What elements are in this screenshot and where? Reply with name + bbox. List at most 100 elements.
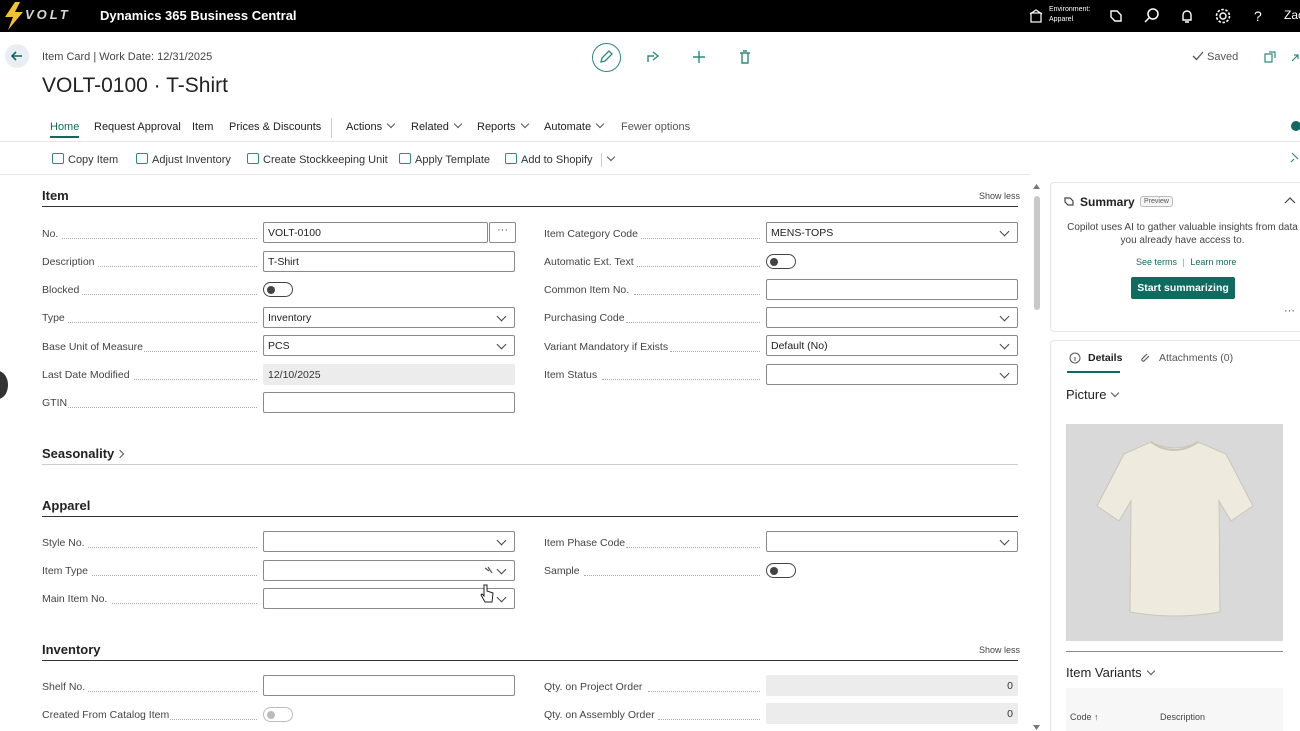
collapse-icon[interactable] — [1288, 49, 1300, 65]
apparel-section-title[interactable]: Apparel — [42, 498, 90, 513]
style-no-label: Style No. — [42, 537, 85, 549]
share-icon[interactable] — [645, 49, 661, 65]
description-field[interactable]: T-Shirt — [263, 251, 515, 272]
tab-attachments[interactable]: Attachments (0) — [1159, 352, 1233, 364]
dot-leader — [144, 351, 257, 352]
menu-related[interactable]: Related — [411, 119, 463, 133]
back-button[interactable] — [5, 44, 29, 68]
plus-icon[interactable] — [691, 49, 707, 65]
inventory-section-title[interactable]: Inventory — [42, 642, 101, 657]
tab-home[interactable]: Home — [50, 121, 80, 138]
tab-item[interactable]: Item — [192, 121, 213, 133]
active-tab-indicator — [1067, 371, 1120, 373]
dot-leader — [134, 379, 257, 380]
search-icon[interactable] — [1143, 7, 1161, 25]
hand-cursor-icon — [480, 584, 494, 603]
main-item-no-select[interactable] — [263, 588, 515, 609]
drilldown-icon[interactable] — [484, 565, 494, 575]
variant-mandatory-select[interactable]: Default (No) — [766, 335, 1018, 356]
pin-icon[interactable] — [1288, 151, 1300, 165]
svg-text:?: ? — [1254, 8, 1262, 24]
created-from-catalog-label: Created From Catalog Item — [42, 709, 170, 721]
item-category-code-select[interactable]: MENS-TOPS — [766, 222, 1018, 243]
shelf-no-label: Shelf No. — [42, 681, 86, 693]
base-uom-select[interactable]: PCS — [263, 335, 515, 356]
item-type-label: Item Type — [42, 565, 88, 577]
help-icon[interactable]: ? — [1249, 7, 1267, 25]
gtin-field[interactable] — [263, 392, 515, 413]
menu-automate[interactable]: Automate — [544, 119, 605, 133]
see-terms-link[interactable]: See terms — [1136, 257, 1177, 267]
seasonality-title-text: Seasonality — [42, 446, 115, 461]
user-name[interactable]: Zac — [1284, 8, 1300, 22]
common-item-no-field[interactable] — [766, 279, 1018, 300]
no-field[interactable]: VOLT-0100 — [263, 222, 488, 243]
sample-toggle[interactable] — [766, 563, 796, 578]
create-sku-button[interactable]: Create Stockkeeping Unit — [247, 152, 388, 166]
dot-leader — [626, 547, 760, 548]
dot-leader — [648, 691, 760, 692]
tab-prices-discounts[interactable]: Prices & Discounts — [229, 121, 321, 133]
scroll-up-icon[interactable] — [1033, 184, 1040, 190]
item-type-select[interactable] — [263, 560, 515, 581]
logo-text: VOLT — [25, 7, 71, 22]
inventory-show-less-link[interactable]: Show less — [979, 645, 1020, 655]
dot-leader — [82, 294, 257, 295]
automatic-ext-text-toggle[interactable] — [766, 254, 796, 269]
blocked-toggle[interactable] — [263, 282, 293, 297]
purchasing-code-label: Purchasing Code — [544, 312, 625, 324]
menu-actions[interactable]: Actions — [346, 119, 396, 133]
nav-divider — [331, 118, 332, 138]
menu-automate-label: Automate — [544, 121, 592, 133]
gear-icon[interactable] — [1214, 7, 1232, 25]
info-circle-icon — [1069, 352, 1081, 364]
side-handle[interactable] — [0, 371, 8, 399]
env-label: Environment: — [1049, 6, 1091, 13]
start-summarizing-button[interactable]: Start summarizing — [1131, 277, 1235, 299]
volt-logo[interactable]: VOLT — [3, 2, 77, 30]
learn-more-link[interactable]: Learn more — [1190, 257, 1236, 267]
item-section-title[interactable]: Item — [42, 188, 69, 203]
tab-details[interactable]: Details — [1088, 352, 1122, 364]
item-show-less-link[interactable]: Show less — [979, 191, 1020, 201]
scroll-thumb[interactable] — [1034, 196, 1040, 310]
copy-item-button[interactable]: Copy Item — [52, 152, 118, 166]
info-icon[interactable] — [1290, 120, 1300, 132]
menu-reports[interactable]: Reports — [477, 119, 529, 133]
copilot-icon[interactable] — [1107, 7, 1125, 25]
item-phase-code-select[interactable] — [766, 531, 1018, 552]
blocked-label: Blocked — [42, 284, 80, 296]
item-phase-code-label: Item Phase Code — [544, 537, 626, 549]
shelf-no-field[interactable] — [263, 675, 515, 696]
trash-icon[interactable] — [737, 49, 753, 65]
col-description[interactable]: Description — [1160, 712, 1205, 722]
assist-edit-button[interactable]: ··· — [489, 222, 516, 243]
purchasing-code-select[interactable] — [766, 307, 1018, 328]
item-variants-title[interactable]: Item Variants — [1066, 665, 1155, 680]
created-from-catalog-toggle — [263, 707, 293, 722]
add-to-shopify-button[interactable]: Add to Shopify — [505, 152, 615, 168]
fewer-options-link[interactable]: Fewer options — [621, 121, 690, 133]
item-status-select[interactable] — [766, 364, 1018, 385]
tab-request-approval[interactable]: Request Approval — [94, 121, 181, 133]
dot-leader — [98, 266, 257, 267]
last-date-modified-field: 12/10/2025 — [263, 364, 515, 385]
open-new-window-icon[interactable] — [1262, 49, 1278, 65]
app-title[interactable]: Dynamics 365 Business Central — [100, 8, 297, 23]
adjust-inventory-button[interactable]: Adjust Inventory — [136, 152, 231, 166]
col-code[interactable]: Code ↑ — [1070, 712, 1099, 722]
apply-template-button[interactable]: Apply Template — [399, 152, 490, 166]
more-options-button[interactable]: ··· — [1284, 305, 1295, 317]
scroll-down-icon[interactable] — [1033, 725, 1040, 731]
item-picture[interactable] — [1066, 424, 1283, 641]
bell-icon[interactable] — [1178, 7, 1196, 25]
chevron-down-icon[interactable] — [606, 152, 615, 162]
seasonality-section-title[interactable]: Seasonality — [42, 446, 125, 461]
picture-title[interactable]: Picture — [1066, 387, 1120, 402]
breadcrumb: Item Card | Work Date: 12/31/2025 — [42, 51, 213, 63]
edit-button[interactable] — [592, 43, 621, 72]
chevron-up-icon[interactable] — [1284, 196, 1296, 204]
type-select[interactable]: Inventory — [263, 307, 515, 328]
style-no-select[interactable] — [263, 531, 515, 552]
nav-divider-line — [0, 141, 1300, 142]
